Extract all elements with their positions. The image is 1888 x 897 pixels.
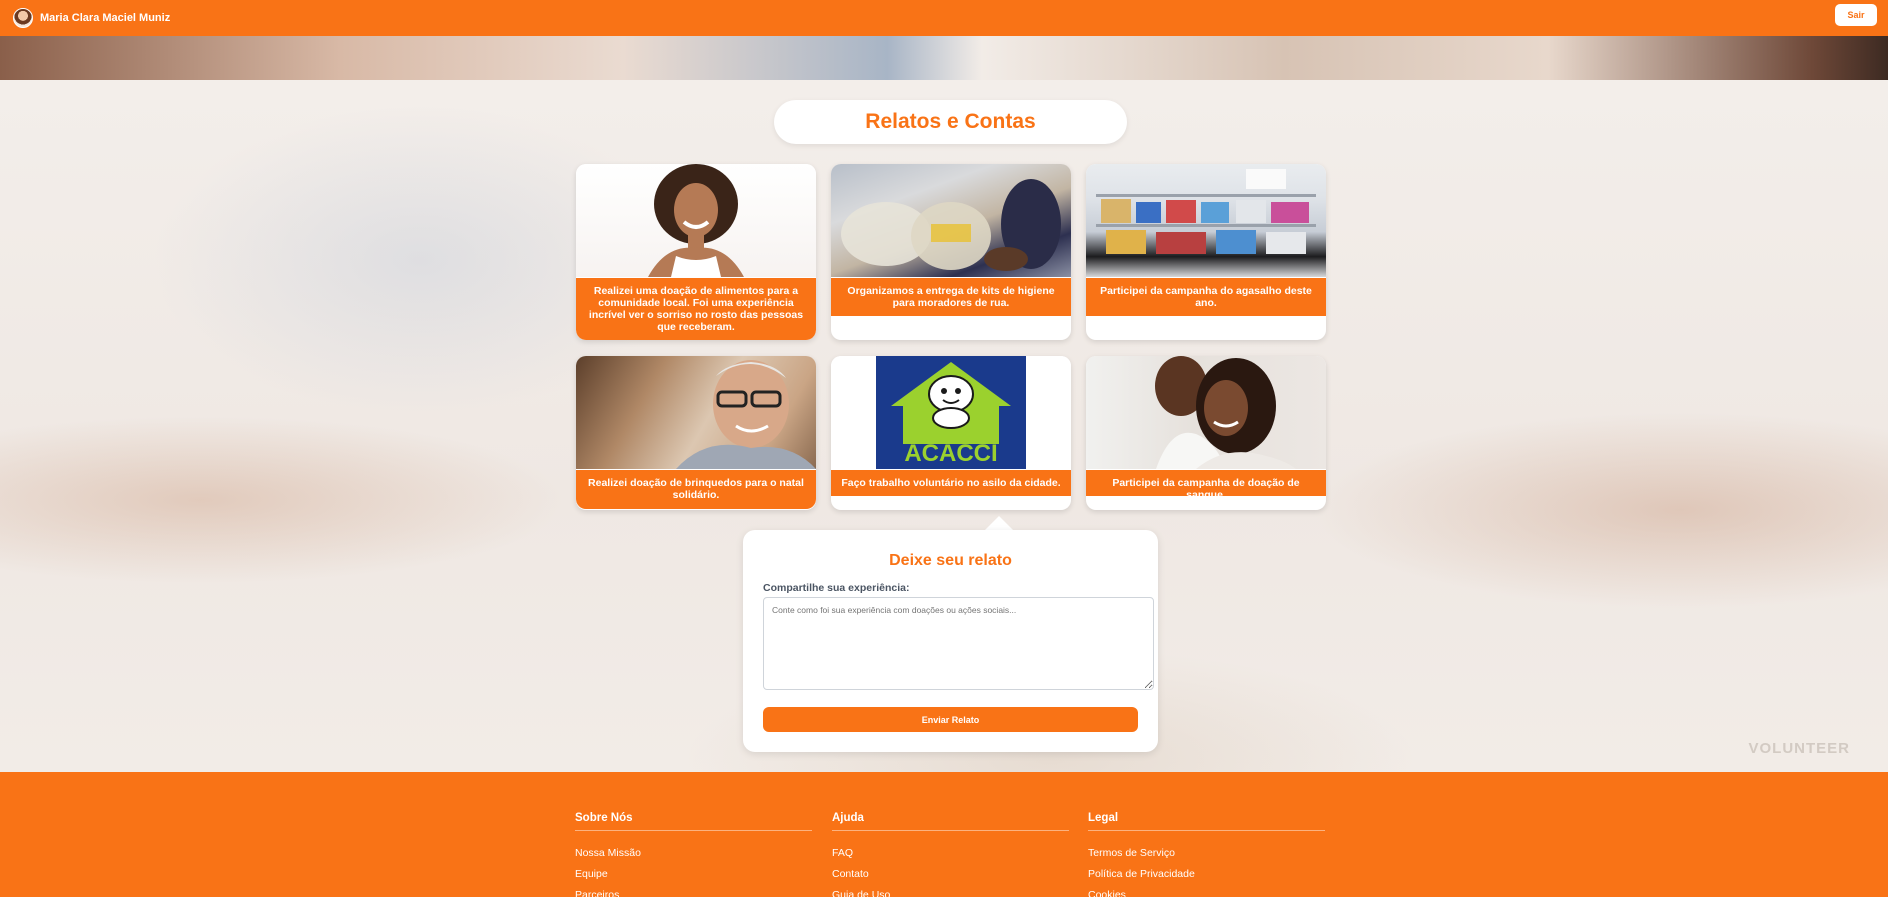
footer-column-legal: Legal Termos de Serviço Política de Priv… xyxy=(1088,812,1325,897)
story-card[interactable]: Participei da campanha do agasalho deste… xyxy=(1086,164,1326,340)
footer-column-about: Sobre Nós Nossa Missão Equipe Parceiros xyxy=(575,812,812,897)
story-card[interactable]: Organizamos a entrega de kits de higiene… xyxy=(831,164,1071,340)
food-bags-photo xyxy=(831,164,1071,277)
footer-link[interactable]: Equipe xyxy=(575,868,812,880)
footer-link[interactable]: Parceiros xyxy=(575,889,812,897)
acacci-logo-text: ACACCI xyxy=(904,440,998,467)
story-caption: Realizei uma doação de alimentos para a … xyxy=(576,278,816,340)
footer-heading: Sobre Nós xyxy=(575,812,812,831)
story-card[interactable]: Realizei uma doação de alimentos para a … xyxy=(576,164,816,340)
story-card[interactable]: ACACCI Faço trabalho voluntário no asilo… xyxy=(831,356,1071,510)
footer-link[interactable]: Cookies xyxy=(1088,889,1325,897)
footer-column-help: Ajuda FAQ Contato Guia de Uso xyxy=(832,812,1069,897)
experience-textarea[interactable] xyxy=(763,597,1154,690)
story-caption: Realizei doação de brinquedos para o nat… xyxy=(576,470,816,509)
form-notch xyxy=(985,516,1013,530)
supply-shelf-photo xyxy=(1086,164,1326,277)
story-caption: Participei da campanha de doação de sang… xyxy=(1086,470,1326,501)
story-form: Deixe seu relato Compartilhe sua experiê… xyxy=(743,530,1158,752)
footer-heading: Legal xyxy=(1088,812,1325,831)
story-caption: Organizamos a entrega de kits de higiene… xyxy=(831,278,1071,316)
smiling-woman-photo xyxy=(576,164,816,277)
background-watermark: VOLUNTEER xyxy=(1748,740,1850,757)
user-avatar[interactable] xyxy=(13,8,33,28)
footer-link[interactable]: FAQ xyxy=(832,847,1069,859)
story-card[interactable]: Participei da campanha de doação de sang… xyxy=(1086,356,1326,510)
story-caption: Participei da campanha do agasalho deste… xyxy=(1086,278,1326,316)
couple-photo xyxy=(1086,356,1326,469)
logout-button[interactable]: Sair xyxy=(1835,4,1877,26)
page-title: Relatos e Contas xyxy=(865,110,1036,133)
footer-link[interactable]: Contato xyxy=(832,868,1069,880)
user-name: Maria Clara Maciel Muniz xyxy=(40,12,171,24)
top-navbar: Maria Clara Maciel Muniz Sair xyxy=(0,0,1888,36)
submit-story-button[interactable]: Enviar Relato xyxy=(763,707,1138,732)
page-title-pill: Relatos e Contas xyxy=(774,100,1127,144)
story-card[interactable]: Realizei doação de brinquedos para o nat… xyxy=(576,356,816,510)
footer: Sobre Nós Nossa Missão Equipe Parceiros … xyxy=(0,772,1888,897)
footer-link[interactable]: Termos de Serviço xyxy=(1088,847,1325,859)
footer-link[interactable]: Política de Privacidade xyxy=(1088,868,1325,880)
footer-link[interactable]: Nossa Missão xyxy=(575,847,812,859)
experience-label: Compartilhe sua experiência: xyxy=(763,582,910,594)
form-title: Deixe seu relato xyxy=(889,552,1012,569)
footer-link[interactable]: Guia de Uso xyxy=(832,889,1069,897)
hero-background-strip xyxy=(0,36,1888,80)
story-caption: Faço trabalho voluntário no asilo da cid… xyxy=(831,470,1071,496)
footer-heading: Ajuda xyxy=(832,812,1069,831)
elderly-man-photo xyxy=(576,356,816,469)
